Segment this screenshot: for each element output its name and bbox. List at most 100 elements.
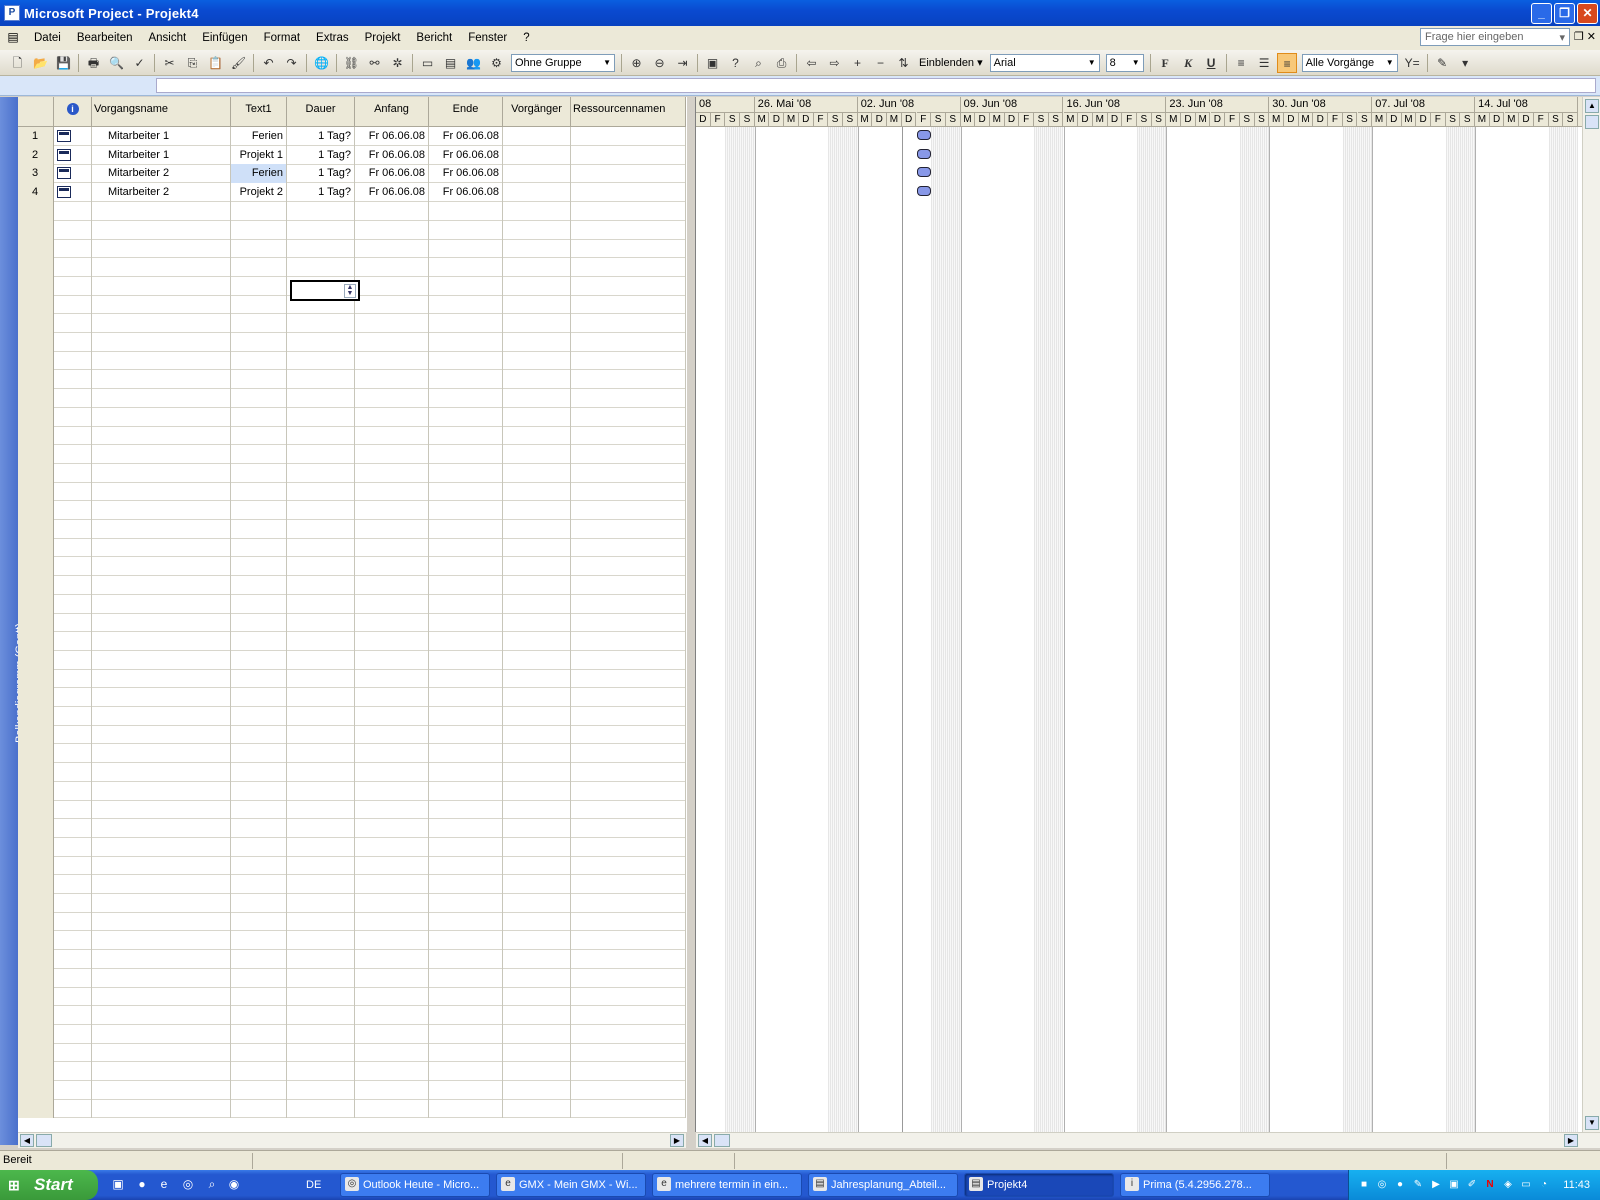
row-number[interactable]: [18, 239, 54, 259]
start-cell[interactable]: [355, 239, 429, 259]
resource-cell[interactable]: [571, 164, 686, 184]
task-name-cell[interactable]: [92, 800, 231, 820]
timescale-day[interactable]: D: [901, 112, 917, 127]
start-cell[interactable]: [355, 762, 429, 782]
predecessor-cell[interactable]: [503, 1024, 571, 1044]
indicator-cell[interactable]: [54, 332, 92, 352]
resource-cell[interactable]: [571, 257, 686, 277]
row-number[interactable]: [18, 388, 54, 408]
predecessor-cell[interactable]: [503, 856, 571, 876]
start-cell[interactable]: Fr 06.06.08: [355, 164, 429, 184]
indicator-cell[interactable]: [54, 201, 92, 221]
end-cell[interactable]: [429, 949, 503, 969]
taskbar-button-jahresplanung[interactable]: ▤ Jahresplanung_Abteil...: [808, 1173, 958, 1197]
text1-cell[interactable]: [231, 220, 287, 240]
task-name-cell[interactable]: [92, 781, 231, 801]
indicator-cell[interactable]: [54, 650, 92, 670]
start-cell[interactable]: [355, 893, 429, 913]
firefox-icon[interactable]: ●: [134, 1177, 150, 1193]
indicator-cell[interactable]: [54, 1080, 92, 1100]
text1-cell[interactable]: [231, 893, 287, 913]
start-cell[interactable]: [355, 594, 429, 614]
text1-cell[interactable]: [231, 912, 287, 932]
indicator-cell[interactable]: [54, 351, 92, 371]
timescale-week[interactable]: 07. Jul '08: [1372, 97, 1476, 112]
row-number[interactable]: [18, 1005, 54, 1025]
link-tasks-icon[interactable]: ⛓: [342, 53, 362, 73]
timescale-day[interactable]: F: [813, 112, 829, 127]
end-cell[interactable]: [429, 444, 503, 464]
empty-row[interactable]: [18, 519, 686, 539]
empty-row[interactable]: [18, 762, 686, 782]
empty-row[interactable]: [18, 893, 686, 913]
paste-icon[interactable]: 📋: [206, 53, 226, 73]
indicator-cell[interactable]: [54, 444, 92, 464]
row-number[interactable]: 4: [18, 183, 54, 203]
start-cell[interactable]: [355, 613, 429, 633]
predecessor-cell[interactable]: [503, 931, 571, 951]
duration-cell[interactable]: [287, 426, 355, 446]
indicator-cell[interactable]: [54, 1062, 92, 1081]
task-name-cell[interactable]: [92, 594, 231, 614]
predecessor-cell[interactable]: [503, 501, 571, 520]
row-number[interactable]: [18, 706, 54, 726]
task-row[interactable]: 2 Mitarbeiter 1 Projekt 11 Tag? Fr 06.06.08…: [18, 145, 686, 165]
autofilter-icon[interactable]: Y=: [1402, 53, 1422, 73]
duration-cell[interactable]: [287, 987, 355, 1007]
task-name-cell[interactable]: [92, 613, 231, 633]
timescale-day[interactable]: S: [1034, 112, 1049, 127]
header-ressourcennamen[interactable]: Ressourcennamen: [571, 97, 686, 127]
end-cell[interactable]: [429, 762, 503, 782]
timescale-week[interactable]: 09. Jun '08: [961, 97, 1064, 112]
text1-cell[interactable]: [231, 856, 287, 876]
row-number[interactable]: [18, 482, 54, 502]
row-number[interactable]: [18, 538, 54, 558]
hide-subtasks-icon[interactable]: −: [871, 53, 891, 73]
task-name-cell[interactable]: [92, 987, 231, 1007]
start-cell[interactable]: [355, 875, 429, 894]
duration-cell[interactable]: [287, 631, 355, 651]
timescale-day[interactable]: M: [784, 112, 799, 127]
resource-cell[interactable]: [571, 351, 686, 371]
task-name-cell[interactable]: [92, 968, 231, 988]
task-bar[interactable]: [916, 186, 931, 197]
tray-icon[interactable]: ◈: [1501, 1178, 1515, 1192]
end-cell[interactable]: [429, 893, 503, 913]
end-cell[interactable]: [429, 501, 503, 520]
task-name-cell[interactable]: Mitarbeiter 1: [92, 145, 231, 165]
toolbar-options-icon[interactable]: ▾: [1455, 53, 1475, 73]
task-name-cell[interactable]: [92, 426, 231, 446]
end-cell[interactable]: Fr 06.06.08: [429, 164, 503, 184]
start-cell[interactable]: [355, 800, 429, 820]
resource-cell[interactable]: [571, 145, 686, 165]
duration-cell[interactable]: [287, 1080, 355, 1100]
resource-cell[interactable]: [571, 968, 686, 988]
start-cell[interactable]: [355, 538, 429, 558]
end-cell[interactable]: [429, 370, 503, 390]
text1-cell[interactable]: Ferien: [231, 164, 287, 184]
end-cell[interactable]: [429, 818, 503, 838]
row-number[interactable]: [18, 594, 54, 614]
task-name-cell[interactable]: [92, 482, 231, 502]
timescale-day[interactable]: S: [843, 112, 858, 127]
row-number[interactable]: [18, 1099, 54, 1119]
end-cell[interactable]: [429, 482, 503, 502]
resource-cell[interactable]: [571, 183, 686, 203]
duration-cell[interactable]: [287, 1099, 355, 1119]
task-name-cell[interactable]: [92, 444, 231, 464]
duration-cell[interactable]: [287, 557, 355, 577]
task-name-cell[interactable]: [92, 875, 231, 894]
timescale-week[interactable]: 02. Jun '08: [858, 97, 961, 112]
text1-cell[interactable]: [231, 1043, 287, 1063]
start-cell[interactable]: [355, 987, 429, 1007]
start-cell[interactable]: [355, 370, 429, 390]
indicator-cell[interactable]: [54, 987, 92, 1007]
empty-row[interactable]: [18, 594, 686, 614]
empty-row[interactable]: [18, 781, 686, 801]
menu-help[interactable]: ?: [515, 32, 537, 44]
row-number[interactable]: [18, 669, 54, 689]
row-number[interactable]: [18, 818, 54, 838]
predecessor-cell[interactable]: [503, 1005, 571, 1025]
timescale-day[interactable]: M: [990, 112, 1005, 127]
end-cell[interactable]: [429, 276, 503, 296]
